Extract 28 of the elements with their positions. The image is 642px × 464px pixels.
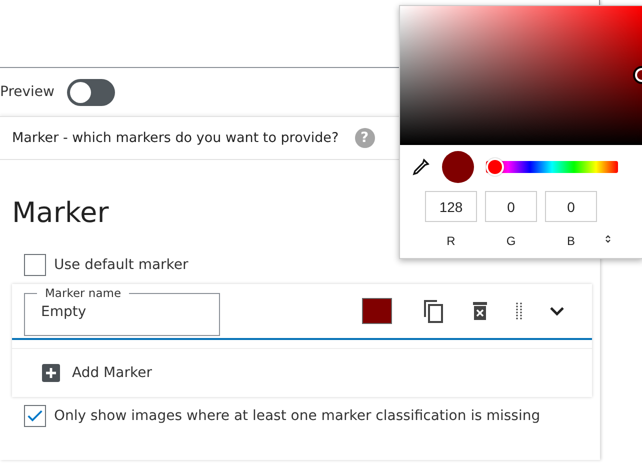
delete-icon[interactable] bbox=[472, 301, 488, 321]
current-color-preview bbox=[442, 151, 474, 183]
marker-name-field[interactable]: Marker name Empty bbox=[24, 286, 220, 336]
saturation-value-area[interactable] bbox=[400, 6, 642, 145]
channel-input[interactable]: 0 bbox=[545, 191, 597, 222]
chevron-down-icon[interactable] bbox=[550, 306, 564, 316]
section-title: Marker - which markers do you want to provide? bbox=[12, 130, 339, 146]
channel-label: B bbox=[566, 234, 575, 248]
checkbox-label: Only show images where at least one marker classification is missing bbox=[54, 408, 540, 424]
eyedropper-icon[interactable] bbox=[412, 158, 430, 176]
preview-toggle[interactable] bbox=[66, 78, 114, 106]
channel-label: G bbox=[506, 234, 516, 248]
copy-icon[interactable] bbox=[422, 299, 444, 323]
color-swatch[interactable] bbox=[362, 298, 392, 324]
add-marker-button[interactable]: Add Marker bbox=[12, 357, 152, 389]
hue-slider[interactable] bbox=[486, 158, 618, 176]
channel-input[interactable]: 128 bbox=[425, 191, 477, 222]
up-down-icon[interactable] bbox=[605, 234, 611, 244]
hue-thumb[interactable] bbox=[486, 158, 504, 176]
checkbox[interactable] bbox=[24, 405, 46, 427]
heading: Marker bbox=[12, 196, 109, 231]
checkbox[interactable] bbox=[24, 254, 46, 276]
channel-label: R bbox=[446, 234, 456, 248]
drag-handle-icon[interactable] bbox=[516, 302, 522, 320]
checkbox-label: Use default marker bbox=[54, 257, 188, 273]
channel-input[interactable]: 0 bbox=[485, 191, 537, 222]
plus-icon bbox=[42, 364, 60, 382]
preview-label: Preview bbox=[0, 84, 54, 100]
